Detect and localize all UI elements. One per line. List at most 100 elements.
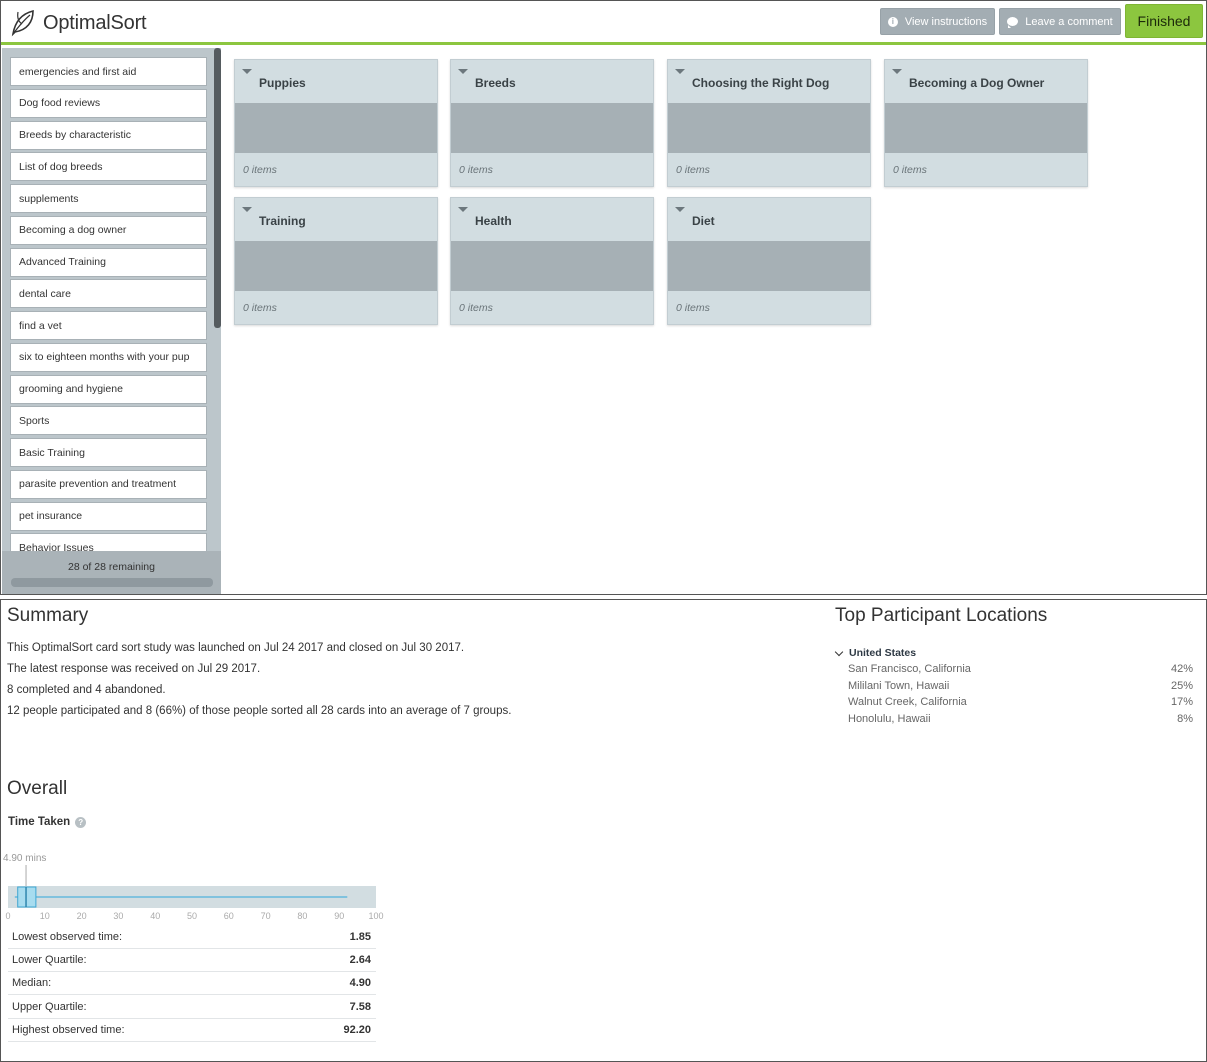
card-item[interactable]: Behavior Issues xyxy=(10,533,207,551)
group-card[interactable]: Choosing the Right Dog 0 items xyxy=(667,59,871,187)
group-item-count: 0 items xyxy=(243,164,277,176)
card-item[interactable]: List of dog breeds xyxy=(10,152,207,182)
card-item[interactable]: Becoming a dog owner xyxy=(10,215,207,245)
group-item-count: 0 items xyxy=(893,164,927,176)
leave-comment-button[interactable]: Leave a comment xyxy=(999,8,1121,35)
optimalsort-app: OptimalSort i View instructions Leave a … xyxy=(0,0,1207,595)
stat-value: 4.90 xyxy=(349,977,371,990)
finished-button[interactable]: Finished xyxy=(1125,4,1203,38)
group-card[interactable]: Puppies 0 items xyxy=(234,59,438,187)
group-title[interactable]: Training xyxy=(259,214,306,228)
group-title[interactable]: Health xyxy=(475,214,512,228)
location-percent: 17% xyxy=(1170,696,1193,708)
stat-row: Upper Quartile: 7.58 xyxy=(8,996,376,1019)
leave-comment-label: Leave a comment xyxy=(1025,15,1113,28)
country-name: United States xyxy=(849,647,917,659)
group-title[interactable]: Becoming a Dog Owner xyxy=(909,76,1044,90)
card-sidebar: emergencies and first aid Dog food review… xyxy=(2,48,221,594)
axis-tick-label: 60 xyxy=(224,911,234,921)
location-percent: 42% xyxy=(1170,663,1193,675)
group-card[interactable]: Diet 0 items xyxy=(667,197,871,325)
group-card[interactable]: Training 0 items xyxy=(234,197,438,325)
card-item[interactable]: Basic Training xyxy=(10,438,207,467)
axis-tick-label: 80 xyxy=(297,911,307,921)
logo-text: OptimalSort xyxy=(43,11,147,34)
summary-title: Summary xyxy=(7,605,89,626)
stat-row: Lowest observed time: 1.85 xyxy=(8,926,376,949)
view-instructions-button[interactable]: i View instructions xyxy=(880,8,995,35)
caret-down-icon[interactable] xyxy=(242,69,252,74)
info-icon: i xyxy=(887,16,898,27)
time-taken-text: Time Taken xyxy=(8,816,71,828)
group-title[interactable]: Choosing the Right Dog xyxy=(692,76,829,90)
axis-tick-label: 100 xyxy=(368,911,383,921)
axis-tick-label: 30 xyxy=(113,911,123,921)
axis-tick-label: 20 xyxy=(77,911,87,921)
help-icon[interactable]: ? xyxy=(75,816,87,828)
group-title[interactable]: Breeds xyxy=(475,76,516,90)
group-drop-zone[interactable] xyxy=(451,103,653,153)
group-title[interactable]: Diet xyxy=(692,214,715,228)
group-drop-zone[interactable] xyxy=(668,241,870,291)
group-drop-zone[interactable] xyxy=(668,103,870,153)
stat-label: Upper Quartile: xyxy=(12,1000,87,1013)
card-item[interactable]: Breeds by characteristic xyxy=(10,120,207,150)
stat-value: 1.85 xyxy=(349,931,371,943)
overall-title: Overall xyxy=(7,778,68,799)
median-label: 4.90 mins xyxy=(3,853,46,864)
leaf-logo-icon xyxy=(11,9,34,37)
card-item[interactable]: grooming and hygiene xyxy=(10,374,207,404)
group-title[interactable]: Puppies xyxy=(259,76,306,90)
group-drop-zone[interactable] xyxy=(235,103,437,153)
axis-tick-label: 90 xyxy=(334,911,344,921)
group-card[interactable]: Health 0 items xyxy=(450,197,654,325)
group-card[interactable]: Becoming a Dog Owner 0 items xyxy=(884,59,1088,187)
location-name: Mililani Town, Hawaii xyxy=(848,679,950,692)
card-item[interactable]: Sports xyxy=(10,406,207,436)
group-item-count: 0 items xyxy=(459,302,493,314)
summary-line: The latest response was received on Jul … xyxy=(7,663,261,675)
stat-row: Lower Quartile: 2.64 xyxy=(8,949,376,973)
location-row: San Francisco, California 42% xyxy=(848,663,1193,675)
summary-line: 12 people participated and 8 (66%) of th… xyxy=(7,705,512,717)
card-item[interactable]: six to eighteen months with your pup xyxy=(10,342,207,372)
stat-value: 2.64 xyxy=(349,954,371,967)
remaining-count: 28 of 28 remaining xyxy=(68,561,155,573)
stat-label: Median: xyxy=(12,977,52,990)
country-toggle[interactable]: United States xyxy=(834,647,917,659)
caret-down-icon[interactable] xyxy=(675,69,685,74)
group-drop-zone[interactable] xyxy=(451,241,653,291)
location-row: Mililani Town, Hawaii 25% xyxy=(848,680,1193,692)
card-item[interactable]: Advanced Training xyxy=(10,247,207,277)
caret-down-icon[interactable] xyxy=(892,69,902,74)
stat-value: 92.20 xyxy=(343,1023,371,1036)
locations-title: Top Participant Locations xyxy=(835,605,1048,626)
summary-line: 8 completed and 4 abandoned. xyxy=(7,684,166,696)
group-drop-zone[interactable] xyxy=(885,103,1087,153)
group-item-count: 0 items xyxy=(676,302,710,314)
card-item[interactable]: supplements xyxy=(10,184,207,213)
card-item[interactable]: pet insurance xyxy=(10,501,207,531)
app-header: OptimalSort i View instructions Leave a … xyxy=(1,1,1206,45)
card-item[interactable]: find a vet xyxy=(10,311,207,340)
caret-down-icon[interactable] xyxy=(458,207,468,212)
location-percent: 25% xyxy=(1170,679,1193,692)
card-item[interactable]: dental care xyxy=(10,279,207,309)
stat-row: Highest observed time: 92.20 xyxy=(8,1019,376,1042)
group-drop-zone[interactable] xyxy=(235,241,437,291)
caret-down-icon[interactable] xyxy=(675,207,685,212)
stat-label: Highest observed time: xyxy=(12,1023,125,1036)
card-item[interactable]: parasite prevention and treatment xyxy=(10,469,207,499)
group-item-count: 0 items xyxy=(676,164,710,176)
card-item[interactable]: emergencies and first aid xyxy=(10,57,207,86)
card-list-scrollbar[interactable] xyxy=(214,48,221,328)
caret-down-icon[interactable] xyxy=(242,207,252,212)
stat-value: 7.58 xyxy=(349,1000,371,1013)
location-row: Walnut Creek, California 17% xyxy=(848,696,1193,708)
location-name: San Francisco, California xyxy=(848,663,971,675)
group-item-count: 0 items xyxy=(243,302,277,314)
card-item[interactable]: Dog food reviews xyxy=(10,88,207,118)
group-card[interactable]: Breeds 0 items xyxy=(450,59,654,187)
caret-down-icon[interactable] xyxy=(458,69,468,74)
axis-tick-label: 40 xyxy=(150,911,160,921)
